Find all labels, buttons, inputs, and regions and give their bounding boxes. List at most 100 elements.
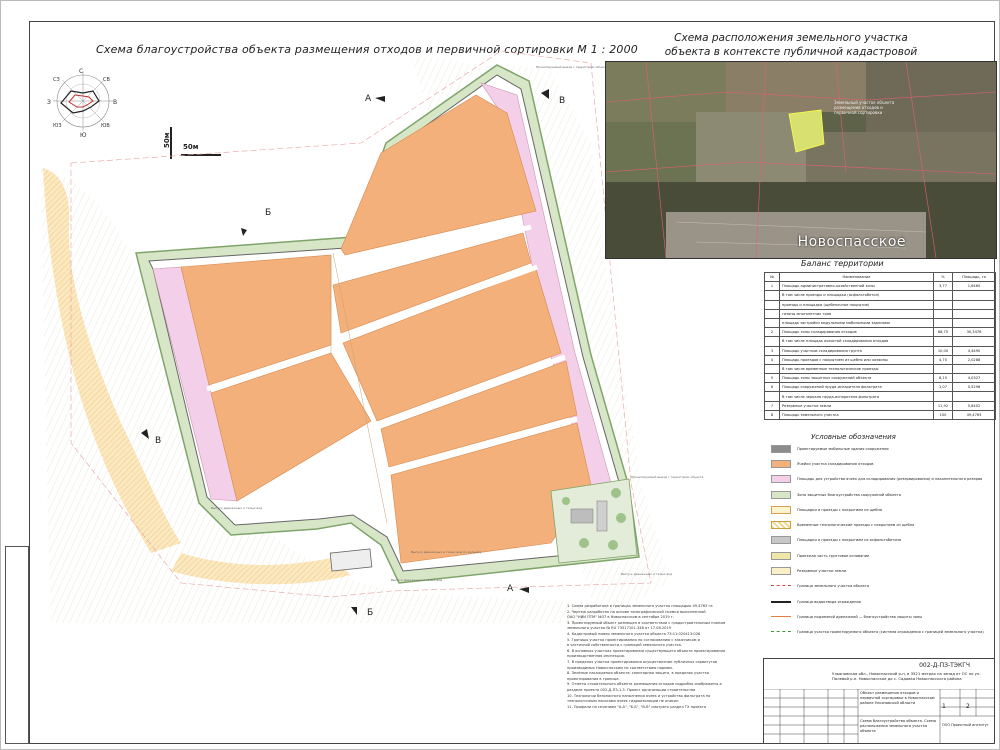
svg-text:В: В (113, 99, 117, 106)
svg-text:З: З (47, 99, 51, 106)
balance-cell-pct: 4,70 (933, 354, 953, 365)
balance-cell-n (764, 290, 780, 301)
legend-label: Граница участка проектируемого объекта (… (797, 630, 984, 635)
balance-cell-name: В том числе проезды и площадки (асфальто… (779, 290, 934, 301)
legend-label: Граница земельного участка объекта (797, 584, 870, 589)
legend-item: Проектируемые мобильные здания сооружени… (771, 441, 993, 456)
balance-row: 4 Площадь проездов с покрытием из щебня и… (764, 354, 996, 365)
legend-item: Временные технологические проезды с покр… (771, 517, 993, 532)
balance-cell-name: Площадь административно-хозяйственной зо… (779, 281, 934, 292)
svg-text:ЮЗ: ЮЗ (53, 123, 62, 129)
svg-text:Выпуск дренажных и талых вод: Выпуск дренажных и талых вод (211, 506, 262, 510)
svg-text:СВ: СВ (103, 77, 110, 83)
svg-text:Выпуск дренажных и талых вод: Выпуск дренажных и талых вод (391, 578, 442, 582)
balance-cell-name: Площадь зоны складирования отходов (779, 327, 934, 338)
balance-cell-pct (933, 299, 953, 310)
drawing-sheet: Схема благоустройства объекта размещения… (0, 0, 1000, 750)
balance-cell-area: 2,0288 (952, 354, 996, 365)
balance-cell-area (952, 299, 996, 310)
map-town-label: Новоспасское (797, 234, 906, 250)
balance-row: газоны многолетних трав (764, 308, 996, 319)
svg-text:ЮВ: ЮВ (101, 123, 110, 129)
balance-row: В том числе временные технологические пр… (764, 363, 996, 375)
scale-bar: 50м 50м (163, 127, 221, 159)
balance-row: В том числе проезды и площадки (асфальто… (764, 290, 996, 301)
balance-cell-name: Площадь зоны защитных сооружений объекта (779, 373, 934, 384)
wind-rose: С СВ В ЮВ Ю ЮЗ З СЗ (47, 68, 117, 139)
legend-label: Резервные участки земли (797, 569, 847, 574)
admin-zone (550, 478, 638, 564)
balance-cell-pct (933, 290, 953, 301)
balance-cell-pct (933, 308, 953, 319)
balance-cell-area: 5,8402 (952, 400, 996, 411)
balance-cell-name: В том числе зеркало пруда-испарителя фил… (779, 391, 934, 402)
balance-cell-pct (933, 336, 953, 347)
side-stamp-strip (5, 546, 29, 744)
balance-cell-n (764, 308, 780, 319)
balance-cell-pct: 3,77 (933, 281, 953, 292)
legend-label: Временные технологические проезды с покр… (797, 523, 915, 528)
balance-cell-name: проезды и площадки (щебеночное покрытие) (779, 299, 934, 310)
legend-item: Резервные участки земли (771, 563, 993, 578)
balance-cell-area (952, 290, 996, 301)
balance-row: 8 Площадь земельного участка 100 49,4763 (764, 409, 996, 421)
legend-label: Граница водоотвода ограждения (797, 599, 861, 604)
balance-cell-area: 4,0327 (952, 373, 996, 384)
legend-item: Граница участка проектируемого объекта (… (771, 625, 993, 640)
balance-row: 2 Площадь зоны складирования отходов 68,75… (764, 327, 996, 338)
legend-label: Проезжая часть грунтовое основание (797, 553, 870, 558)
balance-cell-pct: 100 (933, 409, 953, 421)
svg-text:Выпуск дренажных и талых вод: Выпуск дренажных и талых вод (621, 572, 672, 576)
balance-cell-n (764, 336, 780, 347)
legend-swatch (771, 490, 791, 499)
balance-cell-pct (933, 317, 953, 329)
balance-header-n: № (764, 271, 780, 283)
legend-item: Площадь для устройства ячеек для складир… (771, 472, 993, 487)
balance-cell-area (952, 317, 996, 329)
balance-row: 1 Площадь административно-хозяйственной з… (764, 281, 996, 292)
legend-label: Ячейки участка складирования отходов (797, 461, 874, 466)
svg-text:В: В (155, 436, 161, 446)
balance-cell-n: 2 (764, 327, 780, 338)
legend-item: Площадки и проезды с покрытием из щебня (771, 502, 993, 517)
svg-text:Ю: Ю (80, 132, 87, 139)
sheet-count: 2 (966, 703, 970, 710)
legend-label: Площадь для устройства ячеек для складир… (797, 477, 983, 482)
balance-cell-name: Резервные участки земли (779, 400, 934, 411)
svg-text:Проектируемый выезд с территор: Проектируемый выезд с территории объекта (631, 475, 704, 479)
balance-row: 3 Площадь участков складирования грунта 10… (764, 345, 996, 356)
drawing-name: Схема благоустройства объекта. Схема рас… (860, 719, 936, 733)
legend-label: Площадки и проезды с покрытием из щебня (797, 507, 882, 512)
svg-text:Б: Б (265, 208, 271, 218)
legend-item: Ячейки участка складирования отходов (771, 456, 993, 471)
legend: Проектируемые мобильные здания сооружени… (771, 441, 993, 640)
balance-cell-pct: 1,07 (933, 382, 953, 393)
balance-cell-name: В том числе площадь ячеистой складирован… (779, 336, 934, 347)
balance-cell-name: площадь застройки модульными мобильными … (779, 317, 934, 329)
balance-cell-n (764, 391, 780, 402)
drawing-code: 002-Д-ПЗ-ТЭКГЧ (919, 662, 970, 669)
object-name: Объект размещения отходов и первичной со… (860, 691, 935, 705)
svg-text:А: А (507, 584, 514, 594)
balance-cell-area: 0,5296 (952, 382, 996, 393)
balance-cell-name: В том числе временные технологические пр… (779, 363, 934, 375)
legend-swatch (771, 567, 791, 576)
legend-swatch (771, 536, 791, 545)
balance-header-name: Наименование (779, 271, 934, 283)
balance-row: В том числе площадь ячеистой складирован… (764, 336, 996, 347)
legend-swatch (771, 475, 791, 484)
legend-item: Площадки и проезды с покрытием из асфаль… (771, 533, 993, 548)
balance-cell-area: 30,3476 (952, 327, 996, 338)
balance-cell-n: 7 (764, 400, 780, 411)
organization: ООО Проектный институт (942, 723, 989, 727)
cadastral-map-image: Земельный участок объекта размещения отх… (605, 61, 997, 259)
svg-text:50м: 50м (163, 132, 171, 148)
balance-row: 6 Площадь сооружений пруда-испарителя фил… (764, 382, 996, 393)
balance-cell-area: 49,4763 (952, 409, 996, 421)
balance-cell-n: 4 (764, 354, 780, 365)
balance-cell-area (952, 391, 996, 402)
legend-swatch (771, 585, 791, 587)
balance-cell-n (764, 299, 780, 310)
legend-swatch (771, 600, 791, 603)
balance-row: 7 Резервные участки земли 11,92 5,8402 (764, 400, 996, 411)
